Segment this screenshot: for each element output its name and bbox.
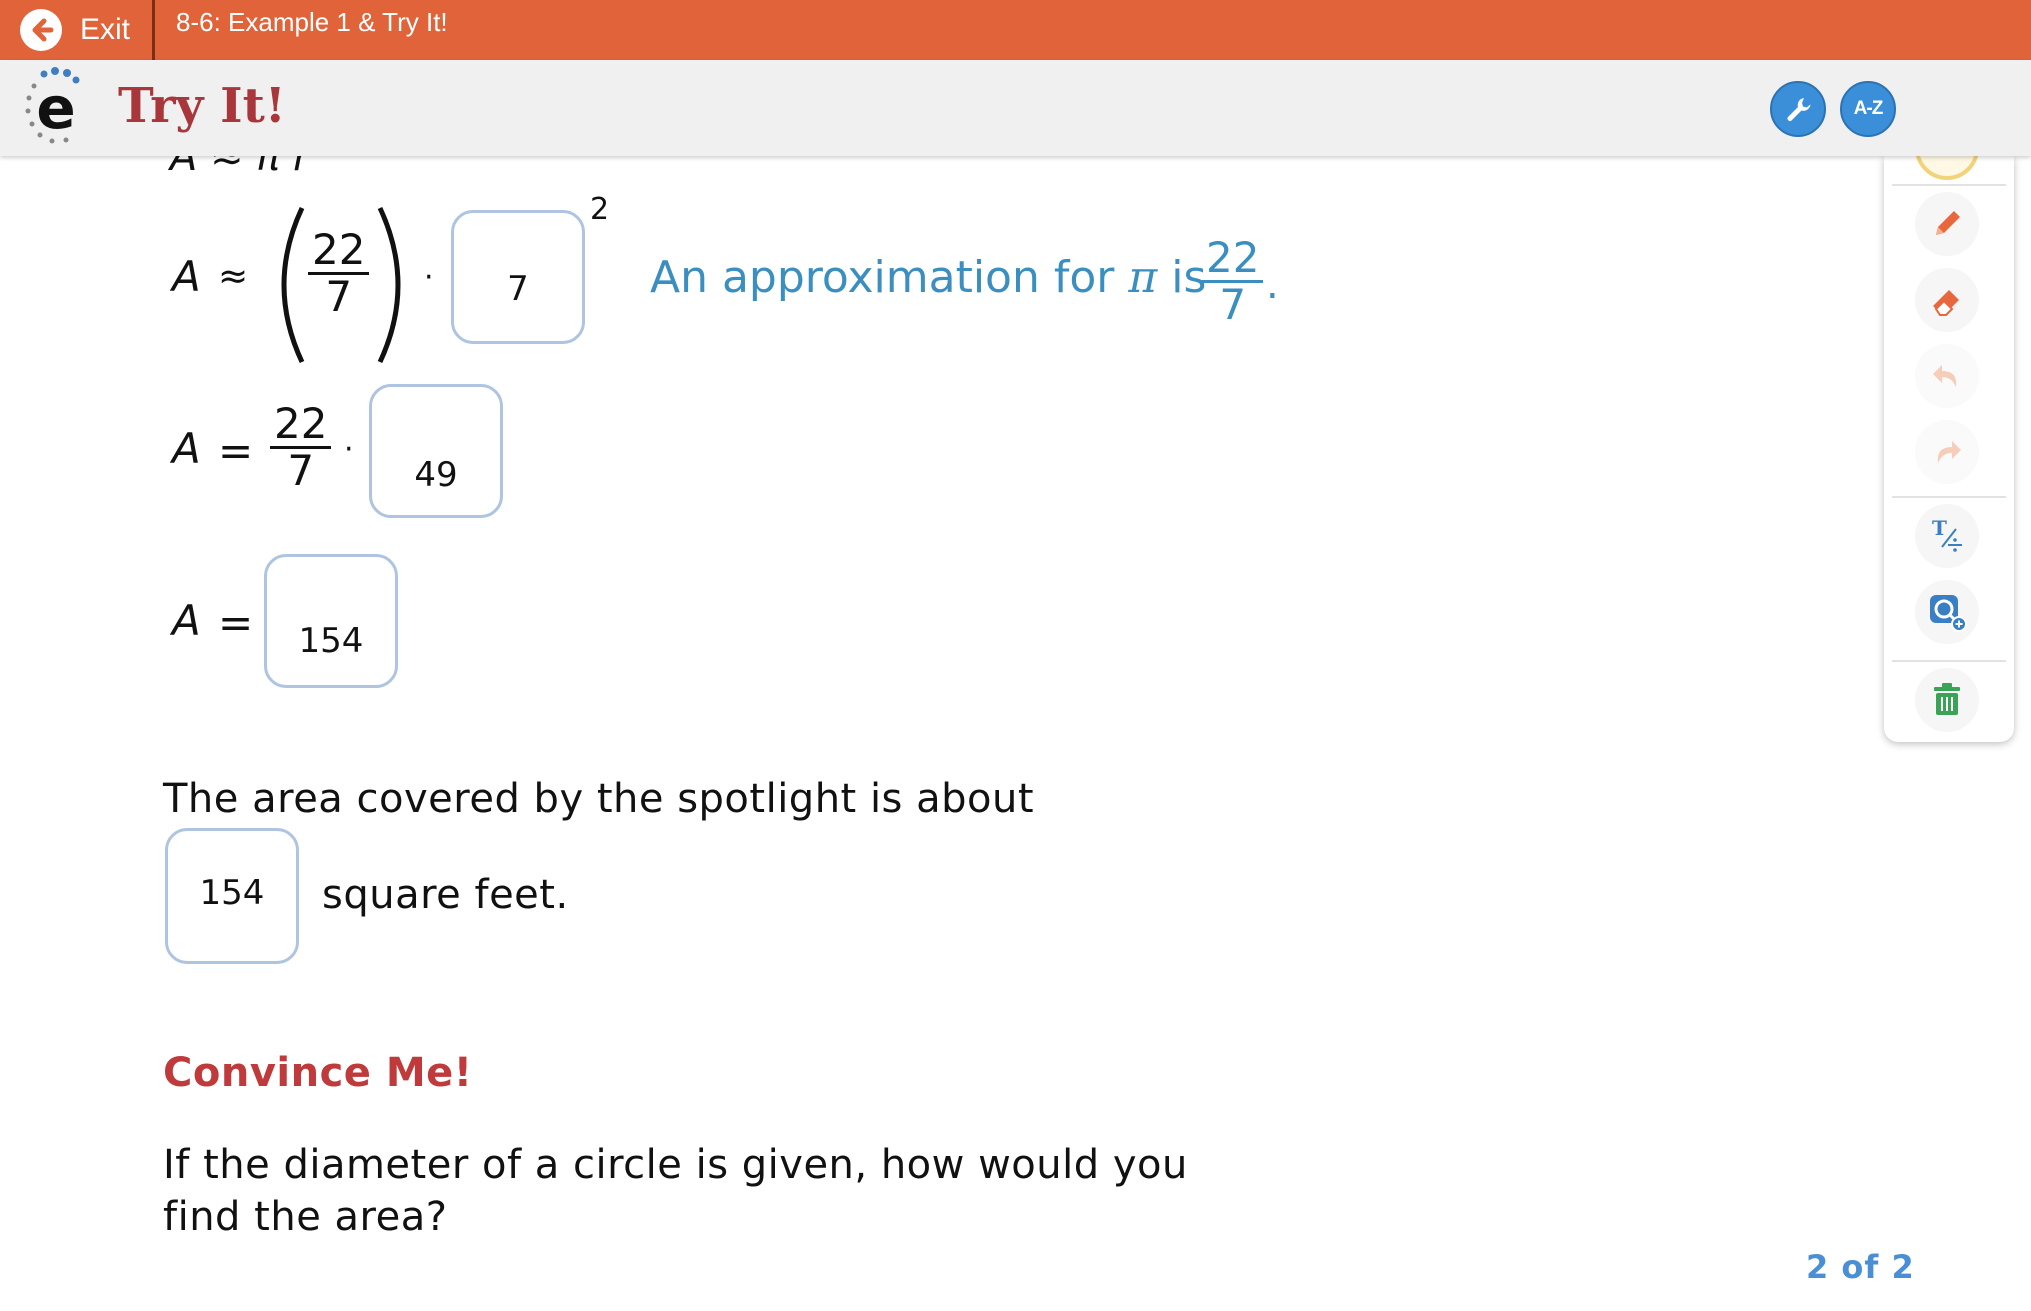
trash-icon bbox=[1934, 683, 1960, 715]
variable-a: A bbox=[172, 596, 201, 645]
back-arrow-icon bbox=[20, 9, 62, 51]
answer-box-value: 154 bbox=[199, 873, 265, 913]
pi-approximation-hint: An approximation for π is bbox=[650, 252, 1206, 303]
answer-sentence: The area covered by the spotlight is abo… bbox=[163, 776, 1035, 822]
pencil-icon bbox=[1936, 211, 1960, 235]
annotation-toolbar: T bbox=[1884, 116, 2014, 742]
math-text-icon: T bbox=[1932, 516, 1962, 552]
toolbar-divider bbox=[1892, 496, 2006, 498]
fraction-numerator: 22 bbox=[308, 227, 370, 276]
hint-period: . bbox=[1266, 262, 1279, 308]
answer-box-radius[interactable]: 7 bbox=[451, 210, 585, 344]
equals-sign: = bbox=[218, 598, 254, 647]
convince-question-line-1: If the diameter of a circle is given, ho… bbox=[163, 1142, 1188, 1188]
glossary-label: A-Z bbox=[1853, 98, 1884, 119]
page-indicator: 2 of 2 bbox=[1806, 1248, 1915, 1286]
undo-icon bbox=[1933, 365, 1957, 387]
redo-tool[interactable] bbox=[1915, 420, 1979, 484]
zoom-icon bbox=[1930, 595, 1967, 632]
answer-box-value: 7 bbox=[507, 269, 529, 309]
hint-text: An approximation for bbox=[650, 252, 1115, 303]
glossary-button[interactable]: A-Z bbox=[1840, 81, 1896, 137]
approx-sign: ≈ bbox=[218, 256, 249, 297]
tools-button[interactable] bbox=[1770, 81, 1826, 137]
eraser-tool[interactable] bbox=[1915, 268, 1979, 332]
answer-box-value: 154 bbox=[298, 621, 364, 661]
multiply-dot: · bbox=[344, 432, 354, 467]
enVision-logo: e bbox=[20, 66, 92, 148]
convince-me-heading: Convince Me! bbox=[163, 1050, 473, 1096]
redo-icon bbox=[1937, 441, 1961, 463]
page-title: Try It! bbox=[118, 78, 286, 134]
zoom-tool[interactable] bbox=[1915, 580, 1979, 644]
eraser-icon bbox=[1933, 290, 1959, 316]
math-text-tool[interactable]: T bbox=[1915, 504, 1979, 568]
fraction-denominator: 7 bbox=[287, 446, 315, 496]
fraction-22-over-7: 22 7 bbox=[308, 227, 370, 322]
header: e Try It! A-Z bbox=[0, 60, 2031, 156]
exit-label: Exit bbox=[80, 13, 131, 46]
variable-a: A bbox=[172, 424, 201, 473]
multiply-dot: · bbox=[424, 260, 434, 295]
answer-box-value: 49 bbox=[414, 455, 458, 495]
top-divider bbox=[152, 0, 155, 60]
equals-sign: = bbox=[218, 426, 254, 475]
hint-fraction-denominator: 7 bbox=[1219, 280, 1247, 330]
toolbar-divider bbox=[1892, 660, 2006, 662]
toolbar-divider bbox=[1892, 184, 2006, 186]
exit-button[interactable]: Exit bbox=[20, 0, 130, 60]
pi-symbol: π bbox=[1128, 252, 1158, 303]
variable-a: A bbox=[172, 252, 201, 301]
clear-tool[interactable] bbox=[1915, 668, 1979, 732]
hint-fraction-numerator: 22 bbox=[1202, 235, 1264, 284]
fraction-numerator: 22 bbox=[270, 401, 332, 450]
exponent: 2 bbox=[590, 192, 610, 227]
unit-text: square feet. bbox=[322, 872, 569, 918]
convince-question-line-2: find the area? bbox=[163, 1194, 448, 1240]
answer-box-area[interactable]: 154 bbox=[264, 554, 398, 688]
wrench-icon bbox=[1787, 98, 1811, 121]
top-bar: Exit 8-6: Example 1 & Try It! bbox=[0, 0, 2031, 60]
svg-text:T: T bbox=[1932, 516, 1947, 540]
answer-box-final[interactable]: 154 bbox=[165, 828, 299, 964]
answer-box-r-squared[interactable]: 49 bbox=[369, 384, 503, 518]
pencil-tool[interactable] bbox=[1915, 192, 1979, 256]
lesson-content: A ≈ π r A ≈ 22 7 · 7 2 An approximation … bbox=[0, 134, 1880, 1311]
lesson-title: 8-6: Example 1 & Try It! bbox=[176, 7, 448, 37]
fraction-22-over-7: 22 7 bbox=[270, 401, 332, 496]
hint-fraction: 22 7 bbox=[1202, 235, 1264, 330]
fraction-denominator: 7 bbox=[325, 272, 353, 322]
undo-tool[interactable] bbox=[1915, 344, 1979, 408]
svg-text:e: e bbox=[36, 74, 75, 142]
